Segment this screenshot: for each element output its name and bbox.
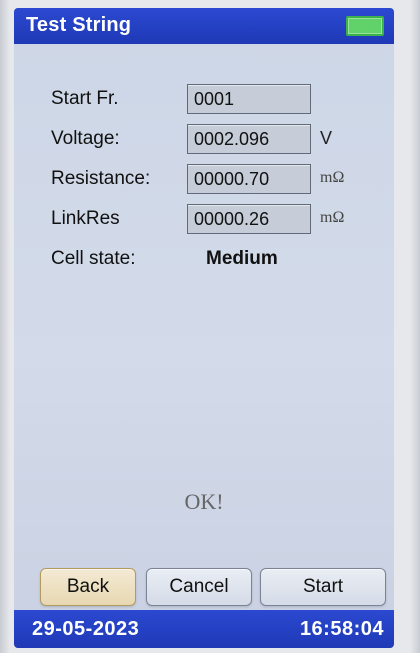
- button-bar: Back Cancel Start: [14, 564, 394, 610]
- voltage-field[interactable]: 0002.096: [187, 124, 311, 154]
- cancel-button[interactable]: Cancel: [146, 568, 252, 606]
- row-start-fr: Start Fr. 0001: [14, 82, 394, 116]
- voltage-unit: V: [320, 128, 333, 148]
- cell-state-label: Cell state:: [51, 248, 136, 269]
- start-fr-label: Start Fr.: [51, 88, 119, 109]
- resistance-label: Resistance:: [51, 168, 151, 189]
- start-button[interactable]: Start: [260, 568, 386, 606]
- resistance-field[interactable]: 00000.70: [187, 164, 311, 194]
- voltage-label: Voltage:: [51, 128, 120, 149]
- status-bar: 29-05-2023 16:58:04: [14, 610, 394, 648]
- status-message: OK!: [184, 489, 224, 514]
- row-cell-state: Cell state: Medium: [14, 242, 394, 276]
- row-linkres: LinkRes 00000.26 mΩ: [14, 202, 394, 236]
- linkres-field[interactable]: 00000.26: [187, 204, 311, 234]
- test-string-form: Start Fr. 0001 Voltage: 0002.096 V Resis…: [14, 44, 394, 564]
- resistance-unit: mΩ: [320, 169, 345, 186]
- date-display: 29-05-2023: [32, 618, 140, 640]
- screen: Test String Start Fr. 0001 Voltage: 0002…: [14, 8, 394, 648]
- cell-state-value: Medium: [206, 248, 278, 269]
- back-button[interactable]: Back: [40, 568, 136, 606]
- row-resistance: Resistance: 00000.70 mΩ: [14, 162, 394, 196]
- linkres-label: LinkRes: [51, 208, 120, 229]
- page-title: Test String: [26, 14, 132, 36]
- row-voltage: Voltage: 0002.096 V: [14, 122, 394, 156]
- device-body: Test String Start Fr. 0001 Voltage: 0002…: [0, 0, 420, 653]
- title-bar: Test String: [14, 8, 394, 44]
- time-display: 16:58:04: [299, 618, 384, 640]
- start-fr-field[interactable]: 0001: [187, 84, 311, 114]
- linkres-unit: mΩ: [320, 209, 345, 226]
- battery-icon: [346, 16, 384, 36]
